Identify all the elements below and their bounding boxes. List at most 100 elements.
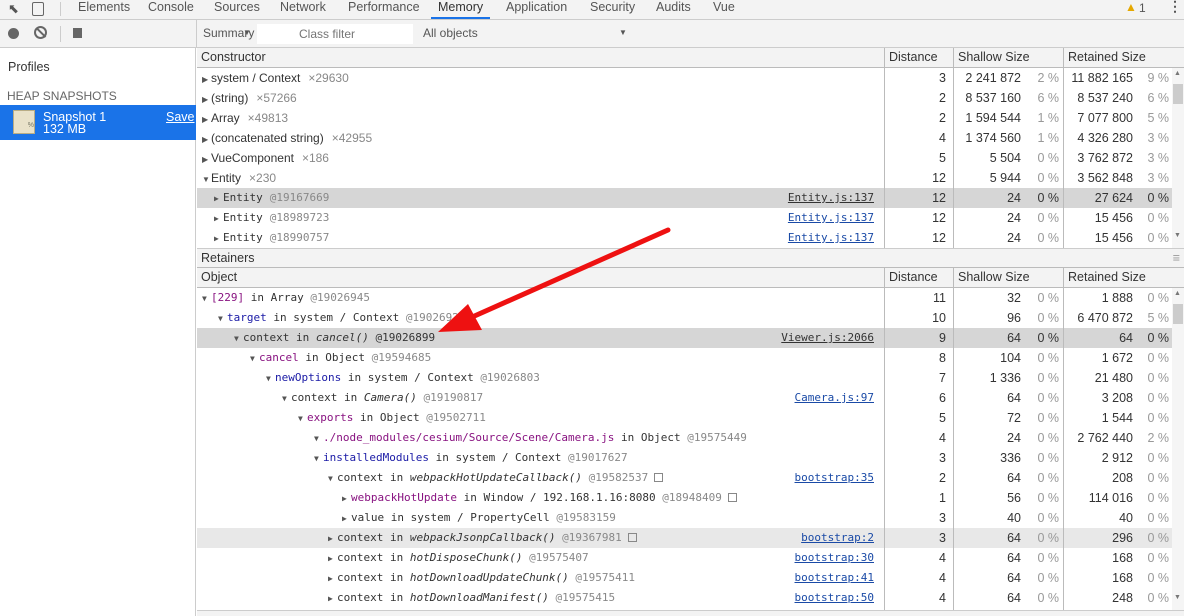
retainer-row[interactable]: ▶ webpackHotUpdate in Window / 192.168.1.… — [197, 488, 1172, 508]
column-constructor[interactable]: Constructor — [197, 48, 884, 68]
expanded-triangle-icon[interactable]: ▼ — [234, 329, 243, 348]
store-as-global-icon[interactable] — [727, 493, 737, 502]
retainer-row[interactable]: ▼ context in Camera() @19190817 Camera.js:… — [197, 388, 1172, 408]
constructor-row[interactable]: ▼Entity ×230 12 5 944 0 % 3 562 848 3 % — [197, 168, 1172, 188]
class-filter-input[interactable] — [257, 24, 413, 44]
constructor-row[interactable]: ▶ (string) ×57266 2 8 537 160 6 % 8 537 240 6 % — [197, 88, 1172, 108]
source-link[interactable]: bootstrap:35 — [795, 468, 874, 488]
save-link[interactable]: Save — [166, 110, 195, 124]
snapshot-item[interactable]: % Snapshot 1 132 MB Save — [0, 105, 196, 140]
collapsed-triangle-icon[interactable]: ▶ — [202, 150, 211, 168]
source-link[interactable]: bootstrap:50 — [795, 588, 874, 608]
source-link[interactable]: Viewer.js:2066 — [781, 328, 874, 348]
expanded-triangle-icon[interactable]: ▼ — [314, 449, 323, 468]
trash-icon[interactable] — [73, 26, 82, 38]
source-link[interactable]: Entity.js:137 — [788, 208, 874, 228]
constructor-row[interactable]: ▶ (concatenated string) ×42955 4 1 374 560 1 … — [197, 128, 1172, 148]
expanded-triangle-icon[interactable]: ▼ — [282, 389, 291, 408]
collapsed-triangle-icon[interactable]: ▶ — [328, 549, 337, 568]
column-retained-size[interactable]: Retained Size — [1063, 48, 1184, 68]
tab-elements[interactable]: Elements — [78, 0, 130, 19]
retainer-row[interactable]: ▼ cancel in Object @19594685 8 104 0 % 1 672 0… — [197, 348, 1172, 368]
retainer-row[interactable]: ▼ ./node_modules/cesium/Source/Scene/Came… — [197, 428, 1172, 448]
retainer-row[interactable]: ▶ context in webpackJsonpCallback() @1936… — [197, 528, 1172, 548]
retainer-row[interactable]: ▶ context in hotDownloadManifest() @19575… — [197, 588, 1172, 608]
tab-memory[interactable]: Memory — [431, 0, 491, 19]
tab-console[interactable]: Console — [148, 0, 194, 19]
device-toolbar-icon[interactable] — [32, 2, 44, 16]
source-link[interactable]: bootstrap:41 — [795, 568, 874, 588]
expanded-triangle-icon[interactable]: ▼ — [298, 409, 307, 428]
retainer-row[interactable]: ▼ installedModules in system / Context @1… — [197, 448, 1172, 468]
clear-icon[interactable] — [34, 26, 47, 39]
tab-application[interactable]: Application — [506, 0, 567, 19]
expanded-triangle-icon[interactable]: ▼ — [218, 309, 227, 328]
summary-scrollbar[interactable]: ▲ ▼ — [1172, 68, 1184, 248]
expanded-triangle-icon[interactable]: ▼ — [328, 469, 337, 488]
collapsed-triangle-icon[interactable]: ▶ — [202, 90, 211, 108]
column-retained-size[interactable]: Retained Size — [1063, 268, 1184, 288]
retainer-row[interactable]: ▼ [229] in Array @19026945 11 32 0 % 1 888 0 % — [197, 288, 1172, 308]
constructor-row[interactable]: ▶ Array ×49813 2 1 594 544 1 % 7 077 800 5 % — [197, 108, 1172, 128]
expanded-triangle-icon[interactable]: ▼ — [314, 429, 323, 448]
warning-icon[interactable]: ▲ — [1125, 0, 1137, 14]
objects-filter-select[interactable]: All objects — [423, 26, 478, 40]
column-shallow-size[interactable]: Shallow Size — [953, 48, 1063, 68]
constructor-row[interactable]: ▶ Entity @18990757 Entity.js:137 12 24 0 % 15 4… — [197, 228, 1172, 248]
expanded-triangle-icon[interactable]: ▼ — [250, 349, 259, 368]
constructor-row[interactable]: ▶ system / Context ×29630 3 2 241 872 2 % 11 8… — [197, 68, 1172, 88]
column-distance[interactable]: Distance — [884, 268, 953, 288]
constructor-row[interactable]: ▶ Entity @19167669 Entity.js:137 12 24 0 % 27 6… — [197, 188, 1172, 208]
collapsed-triangle-icon[interactable]: ▶ — [342, 489, 351, 508]
column-distance[interactable]: Distance — [884, 48, 953, 68]
source-link[interactable]: Camera.js:97 — [795, 388, 874, 408]
retained-pct-cell: 0 % — [1147, 391, 1169, 405]
column-object[interactable]: Object — [197, 268, 884, 288]
retainer-row[interactable]: ▼ exports in Object @19502711 5 72 0 % 1 544 0… — [197, 408, 1172, 428]
view-dropdown-arrow-icon[interactable]: ▼ — [243, 28, 251, 37]
expanded-triangle-icon[interactable]: ▼ — [202, 170, 211, 188]
retainer-row[interactable]: ▼ target in system / Context @19026921 10 9… — [197, 308, 1172, 328]
store-as-global-icon[interactable] — [654, 473, 664, 482]
tab-network[interactable]: Network — [280, 0, 326, 19]
object-name-cell: ▶ system / Context ×29630 — [197, 68, 884, 88]
source-link[interactable]: bootstrap:30 — [795, 548, 874, 568]
inspect-element-icon[interactable]: ⬉ — [8, 1, 19, 17]
retainer-row[interactable]: ▼ context in cancel() @19026899 Viewer.js:… — [197, 328, 1172, 348]
retainers-scrollbar[interactable]: ▲ ▼ — [1172, 288, 1184, 610]
expanded-triangle-icon[interactable]: ▼ — [202, 289, 211, 308]
source-link[interactable]: Entity.js:137 — [788, 188, 874, 208]
collapsed-triangle-icon[interactable]: ▶ — [202, 130, 211, 148]
retainer-row[interactable]: ▶ context in hotDownloadUpdateChunk() @19… — [197, 568, 1172, 588]
collapsed-triangle-icon[interactable]: ▶ — [202, 70, 211, 88]
splitter-handle-icon[interactable]: ≡ — [1173, 249, 1180, 268]
retainer-row[interactable]: ▼ context in webpackHotUpdateCallback() @… — [197, 468, 1172, 488]
constructor-row[interactable]: ▶ VueComponent ×186 5 5 504 0 % 3 762 872 3 % — [197, 148, 1172, 168]
collapsed-triangle-icon[interactable]: ▶ — [214, 189, 223, 208]
retainer-row[interactable]: ▶ context in hotDisposeChunk() @19575407 b… — [197, 548, 1172, 568]
tab-security[interactable]: Security — [590, 0, 635, 19]
retainer-row[interactable]: ▼ newOptions in system / Context @1902680… — [197, 368, 1172, 388]
collapsed-triangle-icon[interactable]: ▶ — [202, 110, 211, 128]
warning-count[interactable]: 1 — [1139, 1, 1146, 15]
tab-vue[interactable]: Vue — [713, 0, 735, 19]
collapsed-triangle-icon[interactable]: ▶ — [328, 589, 337, 608]
collapsed-triangle-icon[interactable]: ▶ — [328, 569, 337, 588]
store-as-global-icon[interactable] — [627, 533, 637, 542]
objects-dropdown-arrow-icon[interactable]: ▼ — [619, 28, 627, 37]
expanded-triangle-icon[interactable]: ▼ — [266, 369, 275, 388]
source-link[interactable]: bootstrap:2 — [801, 528, 874, 548]
source-link[interactable]: Entity.js:137 — [788, 228, 874, 248]
constructor-row[interactable]: ▶ Entity @18989723 Entity.js:137 12 24 0 % 15 4… — [197, 208, 1172, 228]
tab-performance[interactable]: Performance — [348, 0, 420, 19]
collapsed-triangle-icon[interactable]: ▶ — [214, 229, 223, 248]
collapsed-triangle-icon[interactable]: ▶ — [214, 209, 223, 228]
record-icon[interactable] — [8, 28, 19, 39]
collapsed-triangle-icon[interactable]: ▶ — [342, 509, 351, 528]
collapsed-triangle-icon[interactable]: ▶ — [328, 529, 337, 548]
tab-sources[interactable]: Sources — [214, 0, 260, 19]
more-menu-icon[interactable]: ⋮ — [1168, 0, 1182, 15]
tab-audits[interactable]: Audits — [656, 0, 691, 19]
retainer-row[interactable]: ▶ value in system / PropertyCell @1958315… — [197, 508, 1172, 528]
column-shallow-size[interactable]: Shallow Size — [953, 268, 1063, 288]
